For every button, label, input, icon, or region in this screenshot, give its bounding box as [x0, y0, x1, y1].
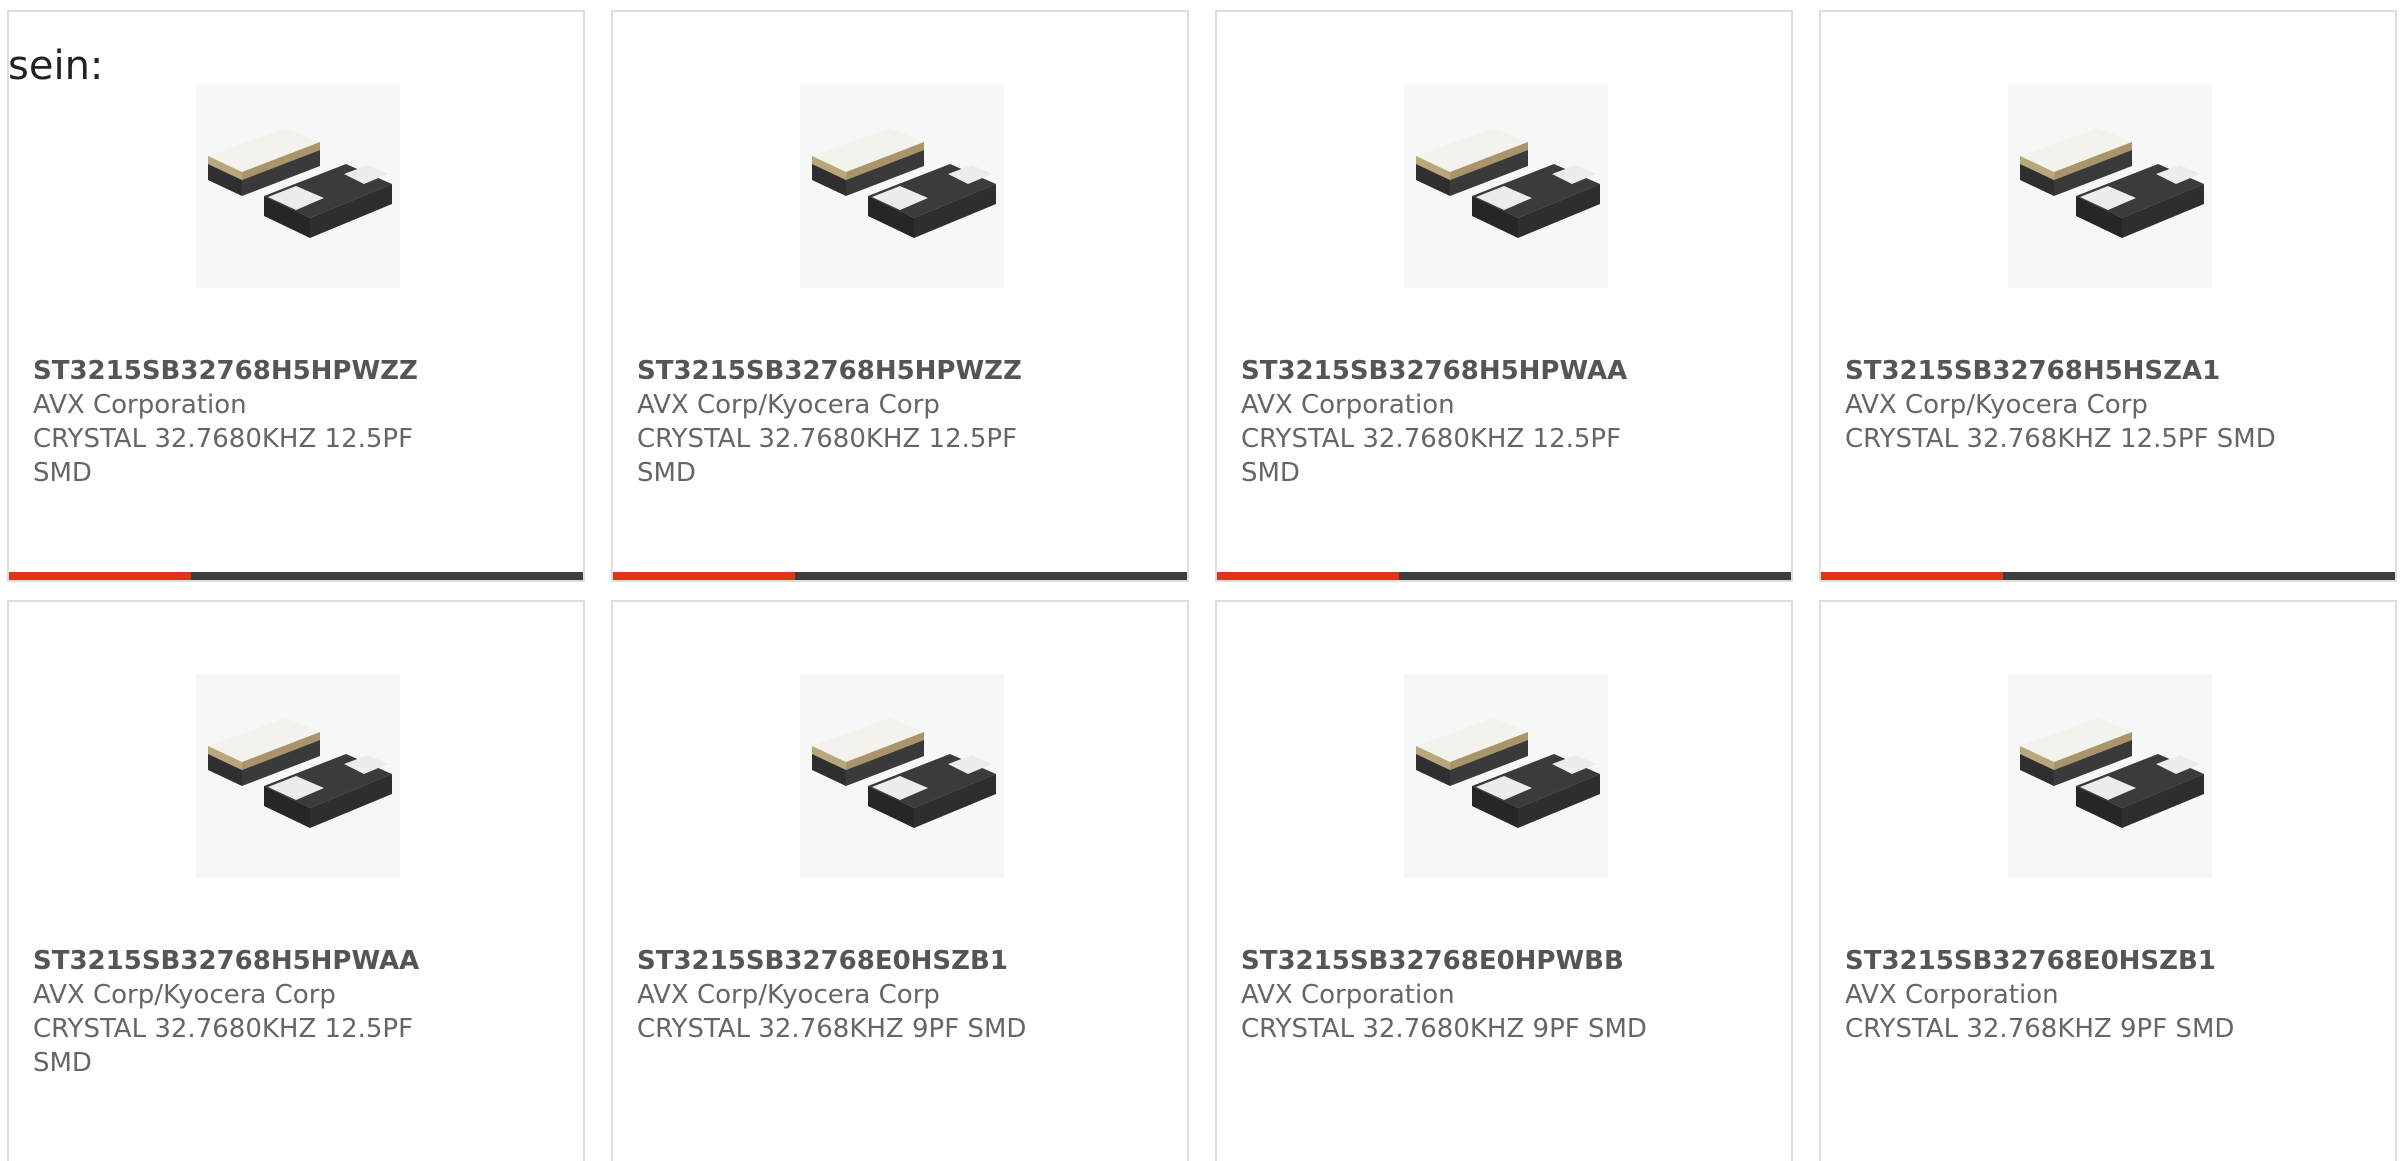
part-number-link[interactable]: ST3215SB32768H5HPWAA [33, 944, 453, 978]
product-card[interactable]: ST3215SB32768H5HPWZZ AVX Corporation CRY… [7, 10, 585, 582]
part-number-link[interactable]: ST3215SB32768E0HSZB1 [1845, 944, 2365, 978]
product-card[interactable]: ST3215SB32768H5HSZA1 AVX Corp/Kyocera Co… [1819, 10, 2397, 582]
description-label: CRYSTAL 32.7680KHZ 9PF SMD [1241, 1014, 1647, 1044]
product-image[interactable] [196, 84, 400, 288]
part-number-link[interactable]: ST3215SB32768H5HPWAA [1241, 354, 1661, 388]
description-label: CRYSTAL 32.768KHZ 9PF SMD [637, 1014, 1027, 1044]
card-footer-bar [1821, 572, 2395, 580]
product-info: ST3215SB32768H5HPWZZ AVX Corporation CRY… [33, 354, 453, 490]
product-card[interactable]: ST3215SB32768H5HPWZZ AVX Corp/Kyocera Co… [611, 10, 1189, 582]
card-accent-strip [1217, 572, 1399, 580]
description-label: CRYSTAL 32.7680KHZ 12.5PF SMD [33, 1014, 414, 1078]
product-image[interactable] [800, 84, 1004, 288]
product-info: ST3215SB32768H5HPWAA AVX Corp/Kyocera Co… [33, 944, 453, 1080]
product-info: ST3215SB32768E0HPWBB AVX Corporation CRY… [1241, 944, 1761, 1046]
manufacturer-label: AVX Corporation [1845, 980, 2059, 1010]
smd-crystal-icon [1416, 128, 1600, 238]
part-number-link[interactable]: ST3215SB32768E0HSZB1 [637, 944, 1157, 978]
product-image[interactable] [196, 674, 400, 878]
part-number-link[interactable]: ST3215SB32768H5HSZA1 [1845, 354, 2365, 388]
manufacturer-label: AVX Corporation [1241, 390, 1455, 420]
product-info: ST3215SB32768E0HSZB1 AVX Corp/Kyocera Co… [637, 944, 1157, 1046]
card-accent-strip [613, 572, 795, 580]
manufacturer-label: AVX Corp/Kyocera Corp [637, 980, 940, 1010]
smd-crystal-icon [2020, 718, 2204, 828]
product-image[interactable] [1404, 674, 1608, 878]
section-heading: sein: [8, 43, 104, 89]
part-number-link[interactable]: ST3215SB32768E0HPWBB [1241, 944, 1761, 978]
product-grid-page: sein: ST3215SB32768H5HPWZZ AVX Corporati… [0, 0, 2400, 1161]
product-card[interactable]: ST3215SB32768H5HPWAA AVX Corporation CRY… [1215, 10, 1793, 582]
product-card[interactable]: ST3215SB32768E0HSZB1 AVX Corporation CRY… [1819, 600, 2397, 1161]
product-info: ST3215SB32768E0HSZB1 AVX Corporation CRY… [1845, 944, 2365, 1046]
description-label: CRYSTAL 32.7680KHZ 12.5PF SMD [33, 424, 414, 488]
product-card[interactable]: ST3215SB32768H5HPWAA AVX Corp/Kyocera Co… [7, 600, 585, 1161]
card-footer-bar [1217, 572, 1791, 580]
description-label: CRYSTAL 32.7680KHZ 12.5PF SMD [637, 424, 1018, 488]
description-label: CRYSTAL 32.768KHZ 9PF SMD [1845, 1014, 2235, 1044]
description-label: CRYSTAL 32.7680KHZ 12.5PF SMD [1241, 424, 1622, 488]
smd-crystal-icon [208, 128, 392, 238]
smd-crystal-icon [1416, 718, 1600, 828]
manufacturer-label: AVX Corporation [33, 390, 247, 420]
smd-crystal-icon [208, 718, 392, 828]
manufacturer-label: AVX Corp/Kyocera Corp [637, 390, 940, 420]
product-info: ST3215SB32768H5HSZA1 AVX Corp/Kyocera Co… [1845, 354, 2365, 456]
manufacturer-label: AVX Corp/Kyocera Corp [33, 980, 336, 1010]
product-image[interactable] [2008, 674, 2212, 878]
product-image[interactable] [2008, 84, 2212, 288]
smd-crystal-icon [2020, 128, 2204, 238]
product-card[interactable]: ST3215SB32768E0HPWBB AVX Corporation CRY… [1215, 600, 1793, 1161]
card-accent-strip [1821, 572, 2003, 580]
part-number-link[interactable]: ST3215SB32768H5HPWZZ [637, 354, 1057, 388]
card-footer-bar [613, 572, 1187, 580]
description-label: CRYSTAL 32.768KHZ 12.5PF SMD [1845, 424, 2276, 454]
product-info: ST3215SB32768H5HPWZZ AVX Corp/Kyocera Co… [637, 354, 1057, 490]
part-number-link[interactable]: ST3215SB32768H5HPWZZ [33, 354, 453, 388]
smd-crystal-icon [812, 128, 996, 238]
product-image[interactable] [1404, 84, 1608, 288]
manufacturer-label: AVX Corp/Kyocera Corp [1845, 390, 2148, 420]
product-image[interactable] [800, 674, 1004, 878]
card-accent-strip [9, 572, 191, 580]
manufacturer-label: AVX Corporation [1241, 980, 1455, 1010]
product-card[interactable]: ST3215SB32768E0HSZB1 AVX Corp/Kyocera Co… [611, 600, 1189, 1161]
product-info: ST3215SB32768H5HPWAA AVX Corporation CRY… [1241, 354, 1661, 490]
card-footer-bar [9, 572, 583, 580]
smd-crystal-icon [812, 718, 996, 828]
